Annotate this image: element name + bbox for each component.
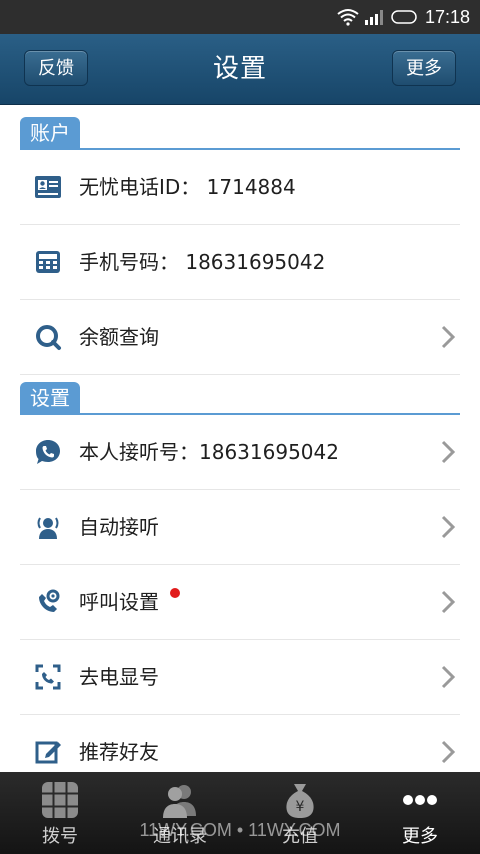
list-item-label: 本人接听号：18631695042 <box>79 440 339 464</box>
dialpad-icon <box>42 782 78 818</box>
list-item-label: 去电显号 <box>79 665 159 689</box>
chevron-right-icon <box>441 590 456 614</box>
section-title: 设置 <box>20 382 80 414</box>
recommend-edit-icon <box>35 741 61 764</box>
list-item-auto-answer[interactable]: 自动接听 <box>20 490 460 565</box>
chat-phone-icon <box>36 440 60 464</box>
list-item-label: 推荐好友 <box>79 740 159 764</box>
wifi-icon <box>337 9 359 26</box>
id-card-icon <box>35 176 61 198</box>
money-bag-icon: ¥ <box>286 784 314 818</box>
chevron-right-icon <box>441 325 456 349</box>
chevron-right-icon <box>441 740 456 764</box>
hide-caller-id-icon <box>35 664 61 690</box>
list-item-phone-number: 手机号码： 18631695042 <box>20 225 460 300</box>
chevron-right-icon <box>441 440 456 464</box>
phone-keypad-icon <box>36 251 60 273</box>
signal-icon <box>364 10 383 25</box>
tab-label: 通讯录 <box>153 826 207 847</box>
list-item-caller-id[interactable]: 去电显号 <box>20 640 460 715</box>
section-title: 账户 <box>20 117 80 149</box>
bottom-tab-bar: 拨号 通讯录 ¥ 充值 更多 <box>0 772 480 854</box>
battery-icon <box>391 10 417 24</box>
list-item-wuyou-id: 无忧电话ID： 1714884 <box>20 150 460 225</box>
list-item-call-settings[interactable]: 呼叫设置 <box>20 565 460 640</box>
list-item-balance-query[interactable]: 余额查询 <box>20 300 460 375</box>
section-account-header: 账户 <box>0 104 480 150</box>
list-item-label: 呼叫设置 <box>79 590 159 614</box>
more-button[interactable]: 更多 <box>392 50 456 86</box>
list-item-label: 无忧电话ID： 1714884 <box>79 175 296 199</box>
auto-answer-icon <box>37 517 59 539</box>
tab-contacts[interactable]: 通讯录 <box>120 772 240 854</box>
search-icon <box>36 325 61 350</box>
status-bar: 17:18 <box>0 0 480 34</box>
list-item-label: 余额查询 <box>79 325 159 349</box>
tab-more[interactable]: 更多 <box>360 772 480 854</box>
list-item-label: 自动接听 <box>79 515 159 539</box>
call-settings-icon <box>39 589 60 612</box>
tab-label: 拨号 <box>42 826 78 847</box>
chevron-right-icon <box>441 665 456 689</box>
tab-dial[interactable]: 拨号 <box>0 772 120 854</box>
list-item-answer-number[interactable]: 本人接听号：18631695042 <box>20 415 460 490</box>
status-time: 17:18 <box>424 6 470 27</box>
notification-badge <box>170 588 180 598</box>
svg-text:¥: ¥ <box>296 799 305 815</box>
tab-recharge[interactable]: ¥ 充值 <box>240 772 360 854</box>
chevron-right-icon <box>441 515 456 539</box>
tab-label: 充值 <box>282 826 318 847</box>
section-settings-header: 设置 <box>0 369 480 415</box>
more-dots-icon <box>403 795 437 805</box>
settings-content: 账户 无忧电话ID： 1714884 手机号码： 18631695042 余额查… <box>0 104 480 772</box>
title-bar: 反馈 设置 更多 <box>0 34 480 105</box>
list-item-recommend-friends[interactable]: 推荐好友 <box>20 715 460 772</box>
tab-label: 更多 <box>402 826 438 847</box>
contacts-icon <box>163 785 196 818</box>
list-item-label: 手机号码： 18631695042 <box>79 250 326 274</box>
